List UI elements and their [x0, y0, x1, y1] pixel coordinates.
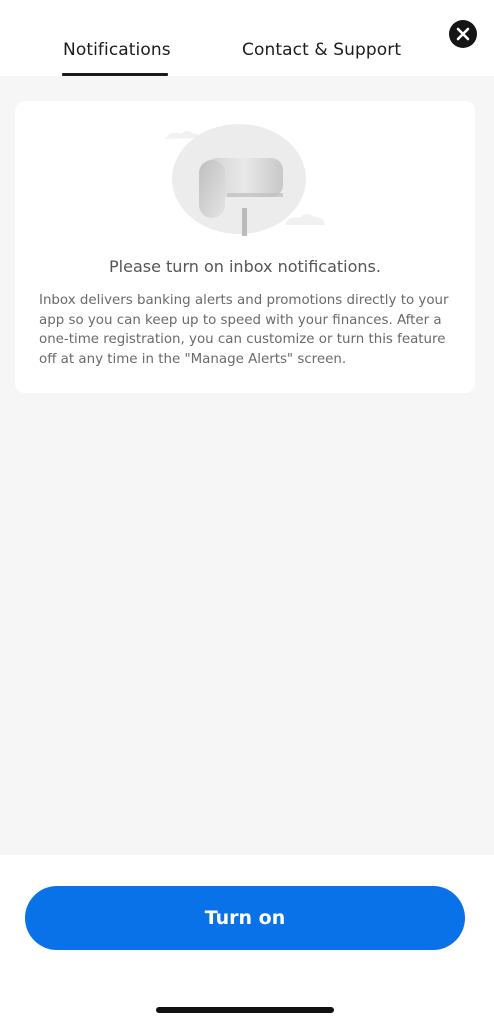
inbox-notifications-card: Please turn on inbox notifications. Inbo… [15, 101, 475, 393]
footer-bar: Turn on [0, 855, 494, 1024]
mailbox-icon [165, 124, 325, 236]
tab-notifications[interactable]: Notifications [63, 40, 171, 60]
active-tab-indicator [62, 73, 168, 76]
home-indicator [156, 1007, 334, 1013]
turn-on-button[interactable]: Turn on [25, 886, 465, 950]
card-title: Please turn on inbox notifications. [109, 257, 381, 276]
tab-header: Notifications Contact & Support [0, 0, 494, 76]
card-description: Inbox delivers banking alerts and promot… [39, 293, 449, 367]
close-button[interactable] [449, 20, 477, 48]
close-icon [456, 27, 470, 41]
notifications-screen: Notifications Contact & Support Please t… [0, 0, 494, 1024]
tab-contact-support[interactable]: Contact & Support [242, 40, 401, 60]
